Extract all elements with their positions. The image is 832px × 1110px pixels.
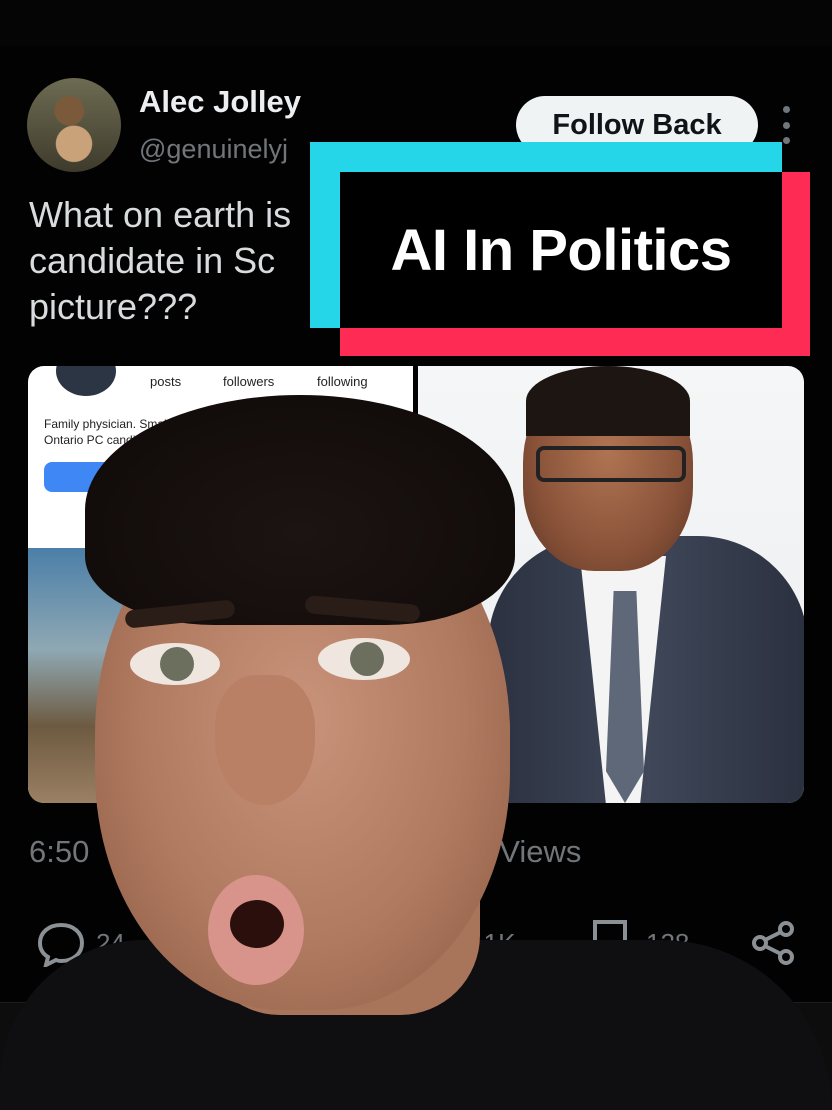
reply-button[interactable]: 24: [36, 918, 125, 968]
top-bar: [0, 0, 832, 46]
bookmark-button[interactable]: 128: [590, 918, 689, 968]
stat-label: posts: [150, 374, 182, 389]
tweet-views: K Views: [470, 834, 582, 869]
tweet-timestamp: 6:50: [29, 834, 90, 869]
reply-count: 24: [96, 927, 125, 958]
like-count: 1.1K: [462, 927, 516, 958]
bio-text: Ontario PC candida: [44, 433, 149, 447]
instagram-photo-grid: [28, 548, 413, 803]
instagram-bio: Family physician. Smal y leader. Ontario …: [44, 416, 404, 448]
instagram-follow-button: Fol: [44, 462, 394, 492]
candidate-glasses: [536, 446, 686, 482]
bio-text: Family physician. Smal: [44, 417, 167, 431]
bottom-bar: [0, 1002, 832, 1110]
stat-label: following: [317, 374, 368, 389]
title-banner: AI In Politics: [340, 172, 782, 328]
author-name[interactable]: Alec Jolley: [139, 84, 301, 120]
overlay-title: AI In Politics: [390, 217, 732, 283]
media-image-instagram-screenshot[interactable]: posts followers following Family physici…: [28, 366, 413, 803]
like-button[interactable]: 1.1K: [462, 918, 516, 968]
candidate-hair: [526, 366, 690, 436]
bookmark-count: 128: [646, 927, 690, 958]
media-image-candidate-portrait[interactable]: [418, 366, 804, 803]
bio-text: y leader.: [344, 417, 390, 431]
author-handle[interactable]: @genuinelyj: [139, 134, 288, 165]
reply-icon: [37, 922, 85, 967]
bookmark-icon: [593, 920, 627, 968]
profile-thumbnail: [56, 366, 116, 396]
share-icon: [752, 921, 794, 965]
author-avatar[interactable]: [27, 78, 121, 172]
share-button[interactable]: [750, 918, 798, 968]
grid-icon: [108, 516, 130, 538]
more-vertical-icon[interactable]: [777, 106, 795, 144]
stat-label: followers: [223, 374, 275, 389]
